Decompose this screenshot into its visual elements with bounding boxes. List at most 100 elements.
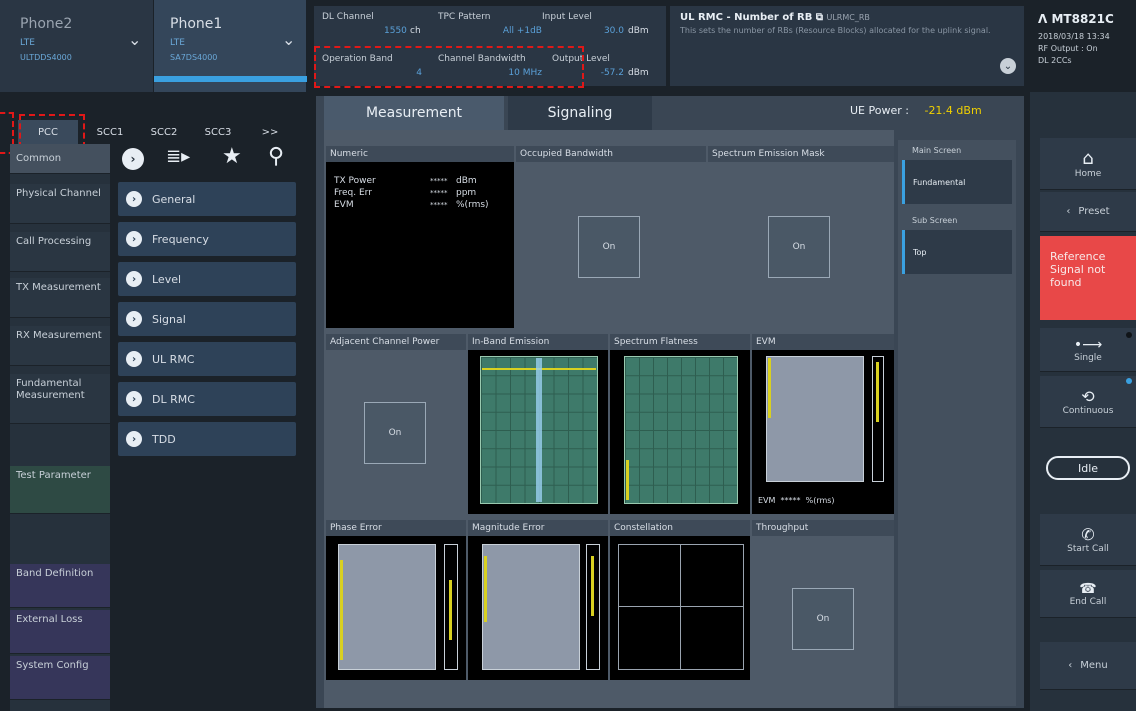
expand-icon[interactable]: ⌄ (1000, 58, 1016, 74)
ue-power-label: UE Power : (850, 104, 909, 117)
phone1-name: Phone1 (170, 16, 223, 32)
acp-on-button[interactable]: On (364, 402, 426, 464)
info-title-text: UL RMC - Number of RB (680, 12, 813, 23)
info-code: ULRMC_RB (826, 13, 870, 22)
tab-signaling[interactable]: Signaling (508, 96, 652, 130)
continuous-label: Continuous (1062, 406, 1114, 416)
menu-external-loss[interactable]: External Loss (10, 610, 110, 654)
numeric-row: EVM ***** %(rms) (334, 200, 510, 210)
chevron-right-icon: › (126, 391, 142, 407)
submenu-general[interactable]: › General (118, 182, 296, 216)
tab-scc2[interactable]: SCC2 (138, 120, 190, 144)
search-icon[interactable]: ⚲ (268, 144, 284, 169)
anritsu-logo-icon: Λ (1038, 12, 1048, 26)
evm-readout: EVM ***** %(rms) (758, 496, 835, 505)
single-button[interactable]: •⟶ Single (1040, 328, 1136, 372)
tab-measurement[interactable]: Measurement (324, 96, 504, 130)
submenu-signal[interactable]: › Signal (118, 302, 296, 336)
input-level-unit: dBm (628, 26, 649, 36)
menu-common[interactable]: Common (10, 144, 110, 174)
obw-on-button[interactable]: On (578, 216, 640, 278)
chevron-right-icon: › (126, 191, 142, 207)
submenu-ul-rmc[interactable]: › UL RMC (118, 342, 296, 376)
start-call-button[interactable]: ✆ Start Call (1040, 514, 1136, 566)
tab-scc1[interactable]: SCC1 (84, 120, 136, 144)
star-icon[interactable]: ★ (222, 144, 242, 169)
input-level-label: Input Level (542, 12, 592, 22)
menu-band-definition[interactable]: Band Definition (10, 564, 110, 608)
home-button[interactable]: ⌂ Home (1040, 138, 1136, 190)
chevron-right-icon: › (126, 431, 142, 447)
idle-label: Idle (1077, 461, 1099, 475)
main-screen-fundamental[interactable]: Fundamental (902, 160, 1012, 204)
phone2-name: Phone2 (20, 16, 73, 32)
menu-tx-measurement[interactable]: TX Measurement (10, 278, 110, 318)
single-indicator (1126, 332, 1132, 338)
menu-label: Menu (1080, 660, 1108, 671)
constellation-title: Constellation (610, 520, 750, 536)
tab-more[interactable]: >> (250, 120, 290, 144)
alert-text: Reference Signal not found (1050, 250, 1106, 289)
submenu-level[interactable]: › Level (118, 262, 296, 296)
phase-error-title: Phase Error (326, 520, 466, 536)
menu-system-config[interactable]: System Config (10, 656, 110, 700)
device-datetime: 2018/03/18 13:34 (1038, 32, 1110, 41)
output-level-value: -57.2 (600, 68, 624, 78)
info-title: UL RMC - Number of RB ⧉ ULRMC_RB (680, 12, 870, 23)
list-play-icon[interactable]: ≣▸ (166, 146, 190, 167)
rf-output: RF Output : On (1038, 44, 1098, 53)
tpc-pattern-label: TPC Pattern (438, 12, 491, 22)
tab-signaling-label: Signaling (547, 105, 613, 121)
submenu-frequency[interactable]: › Frequency (118, 222, 296, 256)
sub-screen-top[interactable]: Top (902, 230, 1012, 274)
submenu-ul-rmc-label: UL RMC (152, 352, 195, 366)
menu-physical-channel[interactable]: Physical Channel (10, 184, 110, 224)
dl-channel-value: 1550 (384, 26, 407, 36)
throughput-on-button[interactable]: On (792, 588, 854, 650)
phone1-selector[interactable]: Phone1 LTE SA7DS4000 ⌄ (154, 0, 307, 92)
numeric-value: ***** (430, 189, 448, 197)
menu-button[interactable]: ‹ Menu (1040, 642, 1136, 690)
phone1-id: SA7DS4000 (170, 53, 218, 62)
menu-fundamental-measurement[interactable]: Fundamental Measurement (10, 374, 110, 424)
highlight-box-pcc (19, 114, 85, 148)
single-label: Single (1074, 352, 1102, 363)
phone2-selector[interactable]: Phone2 LTE ULTDDS4000 ⌄ (0, 0, 154, 92)
toolbar: › ≣▸ ★ ⚲ (118, 144, 308, 174)
numeric-title: Numeric (326, 146, 514, 162)
device-model-text: MT8821C (1051, 12, 1114, 26)
forward-icon[interactable]: › (122, 148, 144, 170)
output-level-unit: dBm (628, 68, 649, 78)
obw-title: Occupied Bandwidth (516, 146, 706, 162)
submenu-dl-rmc[interactable]: › DL RMC (118, 382, 296, 416)
end-call-label: End Call (1069, 596, 1107, 607)
flatness-title: Spectrum Flatness (610, 334, 750, 350)
numeric-unit: dBm (456, 176, 477, 186)
copy-icon: ⧉ (815, 12, 823, 23)
numeric-unit: ppm (456, 188, 477, 198)
dl-channel-unit: ch (410, 26, 421, 36)
submenu-general-label: General (152, 192, 196, 206)
sem-on-button[interactable]: On (768, 216, 830, 278)
menu-call-processing[interactable]: Call Processing (10, 232, 110, 272)
chevron-right-icon: › (126, 351, 142, 367)
menu-test-parameter[interactable]: Test Parameter (10, 466, 110, 514)
numeric-value: ***** (430, 201, 448, 209)
end-call-button[interactable]: ☎ End Call (1040, 570, 1136, 618)
continuous-button[interactable]: ⟲ Continuous (1040, 376, 1136, 428)
submenu-tdd-label: TDD (152, 432, 176, 446)
chevron-down-icon: ⌄ (282, 30, 296, 49)
magnitude-error-graph (482, 544, 580, 670)
submenu-frequency-label: Frequency (152, 232, 209, 246)
preset-button[interactable]: ‹ Preset (1040, 192, 1136, 232)
info-panel: UL RMC - Number of RB ⧉ ULRMC_RB This se… (670, 6, 1024, 86)
single-arrow-icon: •⟶ (1073, 336, 1103, 353)
menu-rx-measurement[interactable]: RX Measurement (10, 326, 110, 366)
ue-power: UE Power : -21.4 dBm (850, 104, 982, 117)
sub-screen-value: Top (913, 247, 927, 257)
acp-title: Adjacent Channel Power (326, 334, 466, 350)
magnitude-error-title: Magnitude Error (468, 520, 608, 536)
tab-scc3[interactable]: SCC3 (192, 120, 244, 144)
submenu-tdd[interactable]: › TDD (118, 422, 296, 456)
repeat-icon: ⟲ (1081, 387, 1095, 406)
